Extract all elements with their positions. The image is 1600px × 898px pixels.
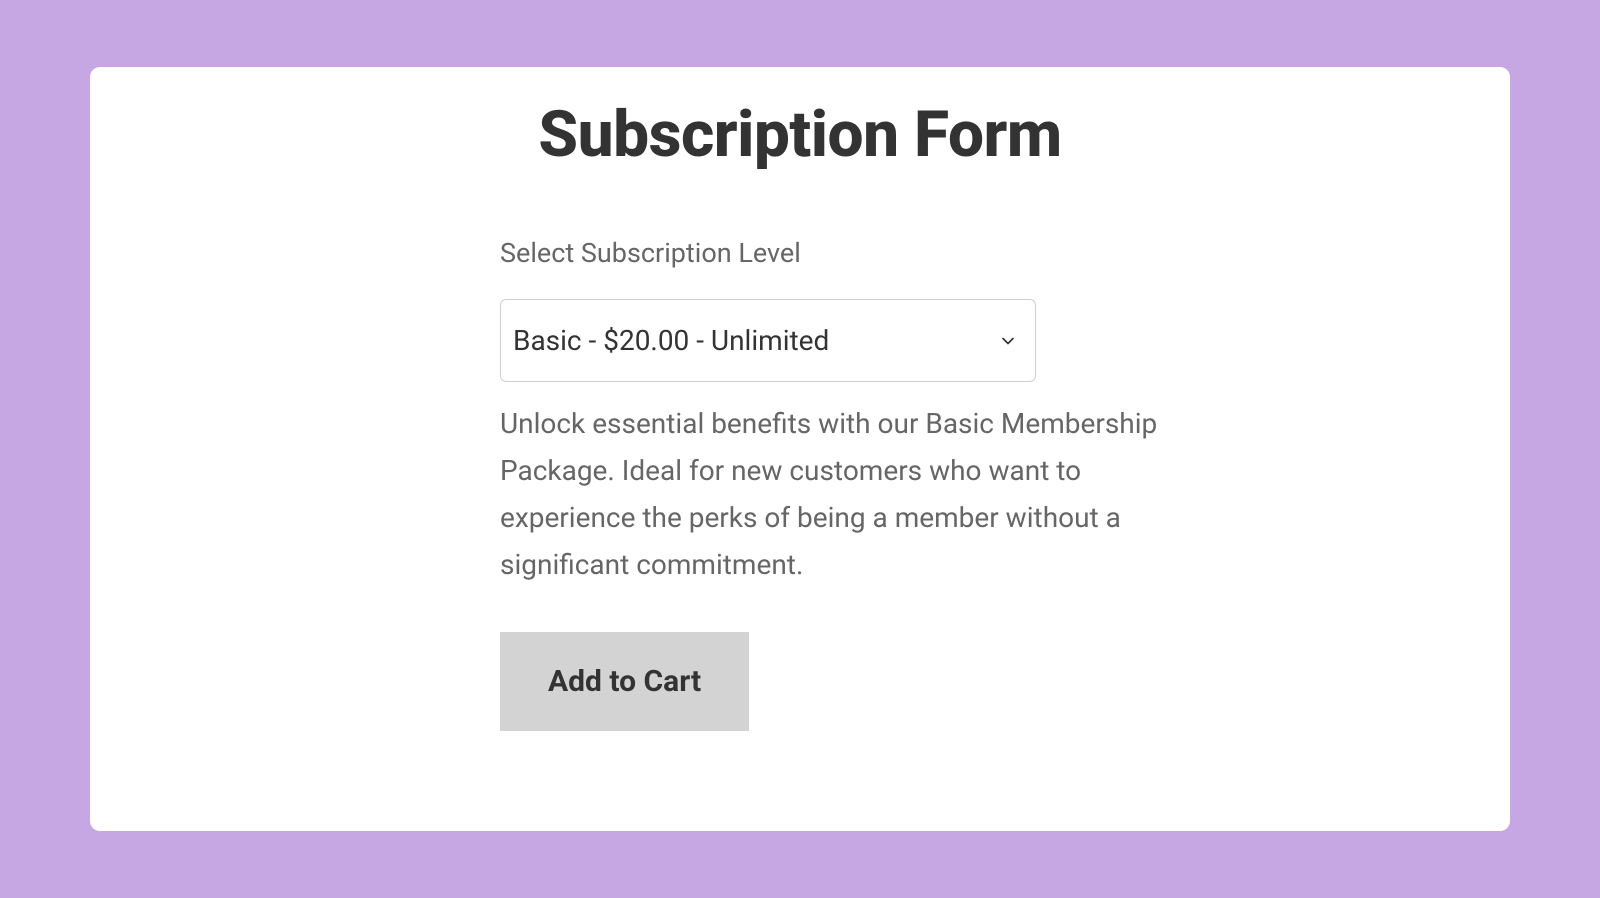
select-wrapper: Basic - $20.00 - Unlimited: [500, 299, 1036, 382]
form-section: Select Subscription Level Basic - $20.00…: [500, 237, 1390, 731]
subscription-description: Unlock essential benefits with our Basic…: [500, 400, 1200, 588]
subscription-card: Subscription Form Select Subscription Le…: [90, 67, 1510, 831]
subscription-level-label: Select Subscription Level: [500, 237, 1390, 269]
add-to-cart-button[interactable]: Add to Cart: [500, 632, 749, 731]
form-title: Subscription Form: [150, 97, 1450, 172]
subscription-level-select[interactable]: Basic - $20.00 - Unlimited: [500, 299, 1036, 382]
